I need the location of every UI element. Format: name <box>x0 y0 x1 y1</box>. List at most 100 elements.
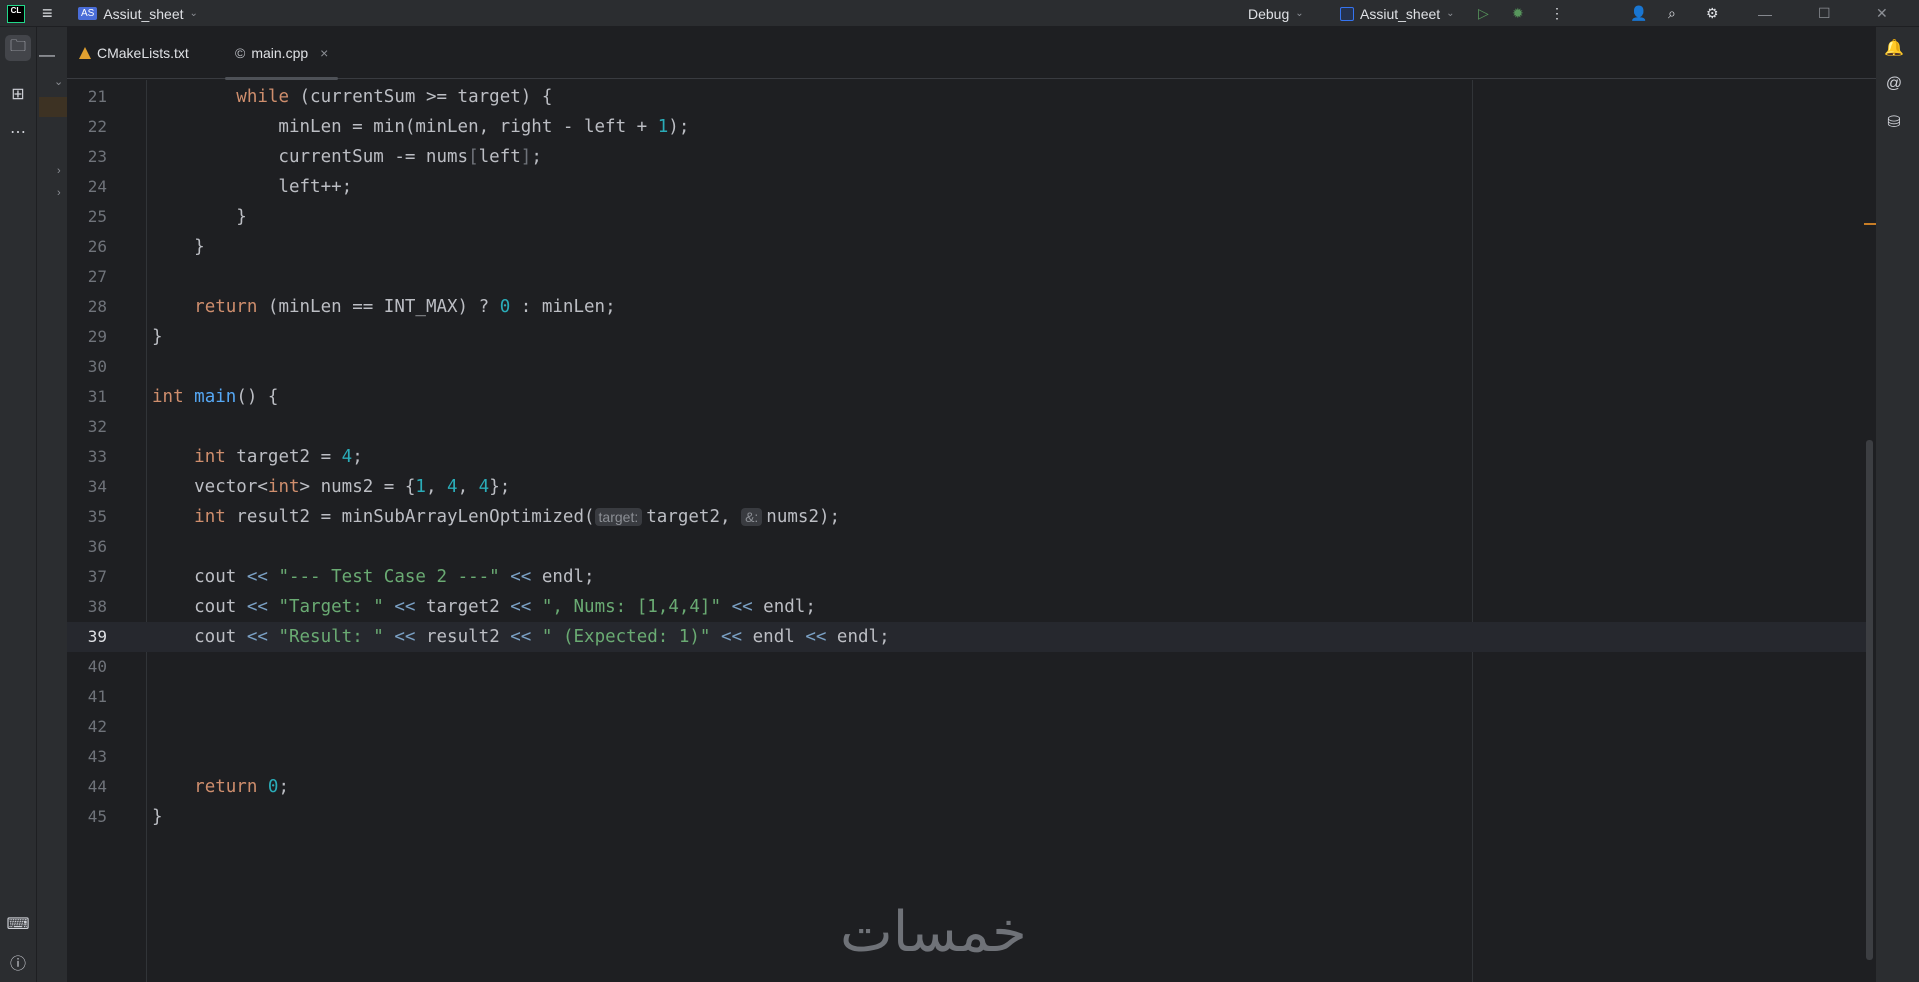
line-number: 27 <box>87 267 107 286</box>
maximize-icon[interactable]: ☐ <box>1818 0 1831 27</box>
line-number: 22 <box>87 117 107 136</box>
debug-icon[interactable]: ✹ <box>1512 0 1524 27</box>
code-token: while <box>236 87 289 107</box>
chevron-down-icon[interactable]: ⌄ <box>54 75 63 88</box>
code-token: , <box>425 477 448 497</box>
line-number: 28 <box>87 297 107 316</box>
code-token: left++; <box>152 177 353 197</box>
code-token: cout <box>152 627 247 647</box>
code-line[interactable]: 23 currentSum -= nums[left]; <box>67 142 1867 172</box>
code-line[interactable]: 33 int target2 = 4; <box>67 442 1867 472</box>
project-panel-collapsed[interactable]: — ⌄ › › <box>37 27 67 982</box>
code-line[interactable]: 43 <box>67 742 1867 772</box>
code-line[interactable]: 30 <box>67 352 1867 382</box>
parameter-hint: &: <box>741 508 763 526</box>
code-token: << <box>246 567 268 587</box>
folder-icon[interactable]: 🗀 <box>5 35 31 61</box>
code-token: ); <box>668 117 690 137</box>
code-token: (currentSum >= target) { <box>288 87 553 107</box>
code-text: cout << "Target: " << target2 << ", Nums… <box>152 592 816 622</box>
watermark-logo: خمسات <box>840 900 1027 965</box>
minimize-panel-icon[interactable]: — <box>39 47 55 65</box>
code-line[interactable]: 21 while (currentSum >= target) { <box>67 82 1867 112</box>
close-window-icon[interactable]: ✕ <box>1876 0 1888 27</box>
code-token: " (Expected: 1)" <box>541 627 711 647</box>
code-line[interactable]: 39 cout << "Result: " << result2 << " (E… <box>67 622 1867 652</box>
project-name: Assiut_sheet <box>103 5 184 22</box>
code-line[interactable]: 27 <box>67 262 1867 292</box>
cpp-file-icon: © <box>235 45 246 61</box>
config-label: Debug <box>1248 5 1290 22</box>
chevron-right-icon[interactable]: › <box>57 165 61 177</box>
code-text: vector<int> nums2 = {1, 4, 4}; <box>152 472 510 502</box>
code-line[interactable]: 29} <box>67 322 1867 352</box>
code-line[interactable]: 42 <box>67 712 1867 742</box>
code-line[interactable]: 32 <box>67 412 1867 442</box>
line-number: 39 <box>87 627 107 646</box>
line-number: 33 <box>87 447 107 466</box>
code-line[interactable]: 22 minLen = min(minLen, right - left + 1… <box>67 112 1867 142</box>
structure-icon[interactable]: ⊞ <box>5 81 31 107</box>
code-line[interactable]: 37 cout << "--- Test Case 2 ---" << endl… <box>67 562 1867 592</box>
code-line[interactable]: 24 left++; <box>67 172 1867 202</box>
notifications-bell-icon[interactable]: 🔔 <box>1881 35 1907 61</box>
close-tab-icon[interactable]: × <box>320 45 328 61</box>
code-token: (minLen == INT_MAX) ? <box>257 297 500 317</box>
more-tools-icon[interactable]: ⋯ <box>5 119 31 145</box>
problems-icon[interactable]: ⓘ <box>5 949 31 975</box>
code-line[interactable]: 36 <box>67 532 1867 562</box>
code-line[interactable]: 41 <box>67 682 1867 712</box>
code-line[interactable]: 25 } <box>67 202 1867 232</box>
vertical-scrollbar[interactable] <box>1866 440 1873 960</box>
tab-cmakelists[interactable]: CMakeLists.txt <box>79 27 189 79</box>
code-token: << <box>394 597 416 617</box>
terminal-icon[interactable]: ⌨ <box>5 911 31 937</box>
code-token: result2 <box>415 627 511 647</box>
code-token: ] <box>520 147 532 167</box>
code-line[interactable]: 45} <box>67 802 1867 832</box>
code-line[interactable]: 44 return 0; <box>67 772 1867 802</box>
code-token: currentSum -= nums <box>152 147 469 167</box>
code-line[interactable]: 40 <box>67 652 1867 682</box>
code-token: ; <box>531 147 542 167</box>
database-icon[interactable]: ⛁ <box>1881 109 1907 135</box>
code-line[interactable]: 35 int result2 = minSubArrayLenOptimized… <box>67 502 1867 532</box>
project-switcher[interactable]: AS Assiut_sheet ⌄ <box>78 0 198 27</box>
code-token: }; <box>489 477 511 497</box>
line-number: 30 <box>87 357 107 376</box>
code-line[interactable]: 31 int main() { <box>67 382 1867 412</box>
line-number: 31 <box>87 387 107 406</box>
selection-marker <box>39 97 67 117</box>
line-number: 42 <box>87 717 107 736</box>
code-token: cout <box>152 567 247 587</box>
search-icon[interactable]: ⌕ <box>1668 0 1676 27</box>
tab-main-cpp[interactable]: © main.cpp × <box>224 27 339 80</box>
code-line[interactable]: 38 cout << "Target: " << target2 << ", N… <box>67 592 1867 622</box>
run-icon[interactable]: ▷ <box>1478 0 1489 27</box>
main-menu-icon[interactable]: ≡ <box>42 0 53 27</box>
more-icon[interactable]: ⋮ <box>1550 0 1564 27</box>
minimize-icon[interactable]: — <box>1758 0 1772 27</box>
gear-icon[interactable]: ⚙ <box>1706 0 1719 27</box>
code-line[interactable]: 26 } <box>67 232 1867 262</box>
run-target-select[interactable]: Assiut_sheet ⌄ <box>1340 0 1455 27</box>
code-token: nums2); <box>766 507 841 527</box>
code-editor[interactable]: 21 while (currentSum >= target) {22 minL… <box>67 82 1876 982</box>
code-token: << <box>510 627 532 647</box>
add-user-icon[interactable]: 👤 <box>1630 0 1647 27</box>
warning-marker[interactable] <box>1864 223 1876 225</box>
line-number: 21 <box>87 87 107 106</box>
code-line[interactable]: 28 return (minLen == INT_MAX) ? 0 : minL… <box>67 292 1867 322</box>
ai-assistant-icon[interactable]: @ <box>1881 71 1907 97</box>
code-token: 1 <box>415 477 426 497</box>
code-line[interactable]: 34 vector<int> nums2 = {1, 4, 4}; <box>67 472 1867 502</box>
target-icon <box>1340 6 1354 21</box>
code-text: minLen = min(minLen, right - left + 1); <box>152 112 689 142</box>
chevron-right-icon[interactable]: › <box>57 187 61 199</box>
build-config-select[interactable]: Debug ⌄ <box>1248 0 1304 27</box>
